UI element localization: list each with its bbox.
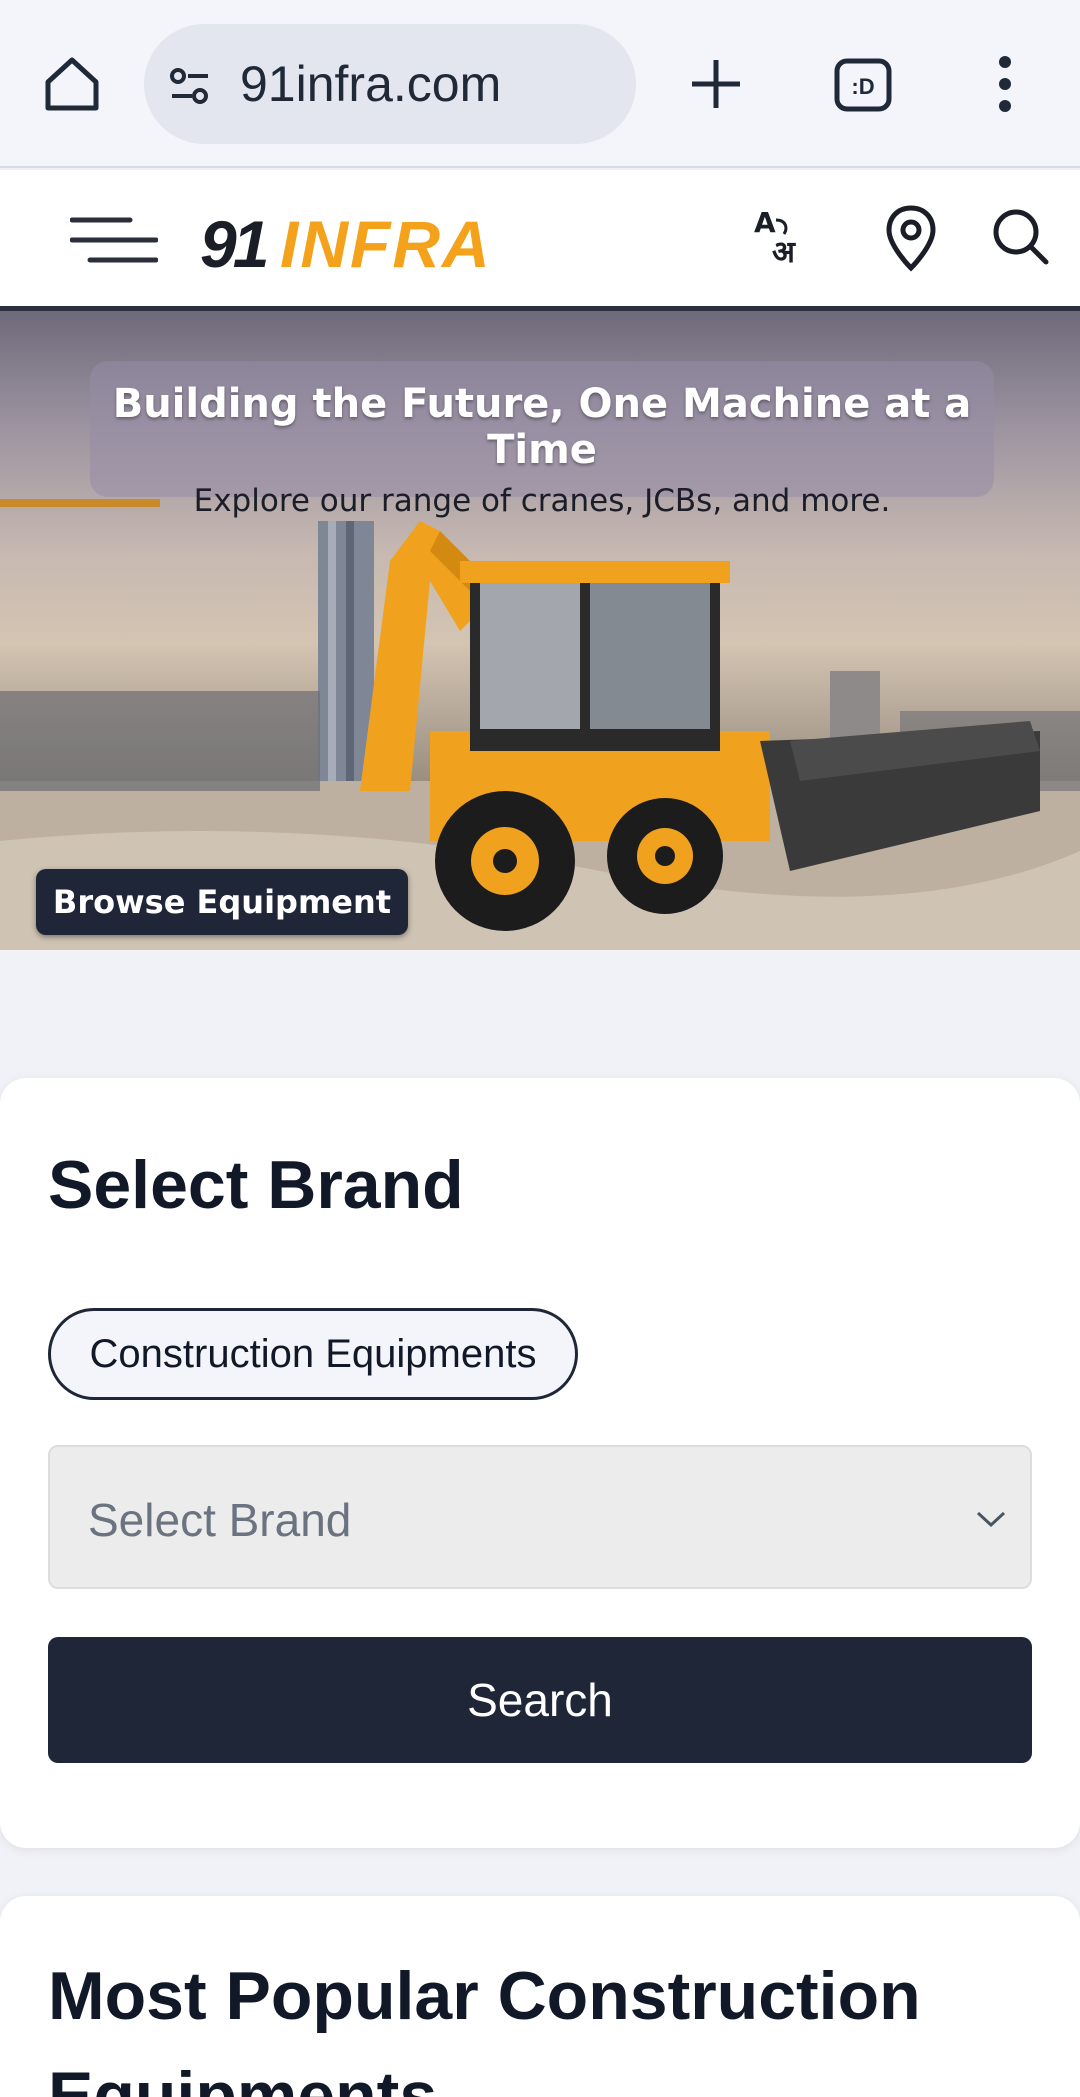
popular-equipments-title: Most Popular Construction Equipments	[48, 1958, 921, 2097]
category-chip[interactable]: Construction Equipments	[48, 1308, 578, 1400]
search-button[interactable]: Search	[48, 1637, 1032, 1763]
tab-count: :D	[851, 74, 874, 99]
language-icon[interactable]: A अ	[752, 206, 808, 270]
url-text[interactable]: 91infra.com	[240, 52, 501, 116]
brand-selector-title: Select Brand	[48, 1147, 464, 1223]
home-icon[interactable]	[40, 52, 104, 116]
logo-number: 91	[200, 207, 269, 281]
new-tab-icon[interactable]	[684, 52, 748, 116]
popular-equipments-section: Most Popular Construction Equipments	[0, 1896, 1080, 2097]
tab-switcher-icon[interactable]: :D	[834, 58, 892, 112]
search-icon[interactable]	[990, 204, 1050, 268]
brand-select[interactable]: Select Brand	[48, 1445, 1032, 1589]
site-settings-icon[interactable]	[168, 64, 212, 108]
hero-caption: Building the Future, One Machine at a Ti…	[90, 361, 994, 519]
chevron-down-icon	[976, 1511, 1006, 1528]
browse-equipment-button[interactable]: Browse Equipment	[36, 869, 408, 935]
site-header: 91 INFRA A अ	[0, 170, 1080, 306]
more-menu-icon[interactable]	[990, 54, 1020, 114]
hero-banner[interactable]: Building the Future, One Machine at a Ti…	[0, 306, 1080, 950]
hero-heading: Building the Future, One Machine at a Ti…	[112, 381, 972, 473]
brand-selector-card: Select Brand Construction Equipments Sel…	[0, 1078, 1080, 1848]
svg-text:अ: अ	[772, 235, 796, 270]
hero-subheading: Explore our range of cranes, JCBs, and m…	[193, 483, 891, 519]
hamburger-menu-icon[interactable]	[70, 212, 158, 268]
site-logo[interactable]: 91 INFRA	[200, 200, 510, 281]
logo-brand: INFRA	[280, 207, 492, 281]
location-pin-icon[interactable]	[884, 204, 938, 272]
brand-select-placeholder: Select Brand	[88, 1494, 352, 1546]
browser-toolbar: 91infra.com :D	[0, 0, 1080, 168]
address-bar[interactable]: 91infra.com	[144, 24, 636, 144]
